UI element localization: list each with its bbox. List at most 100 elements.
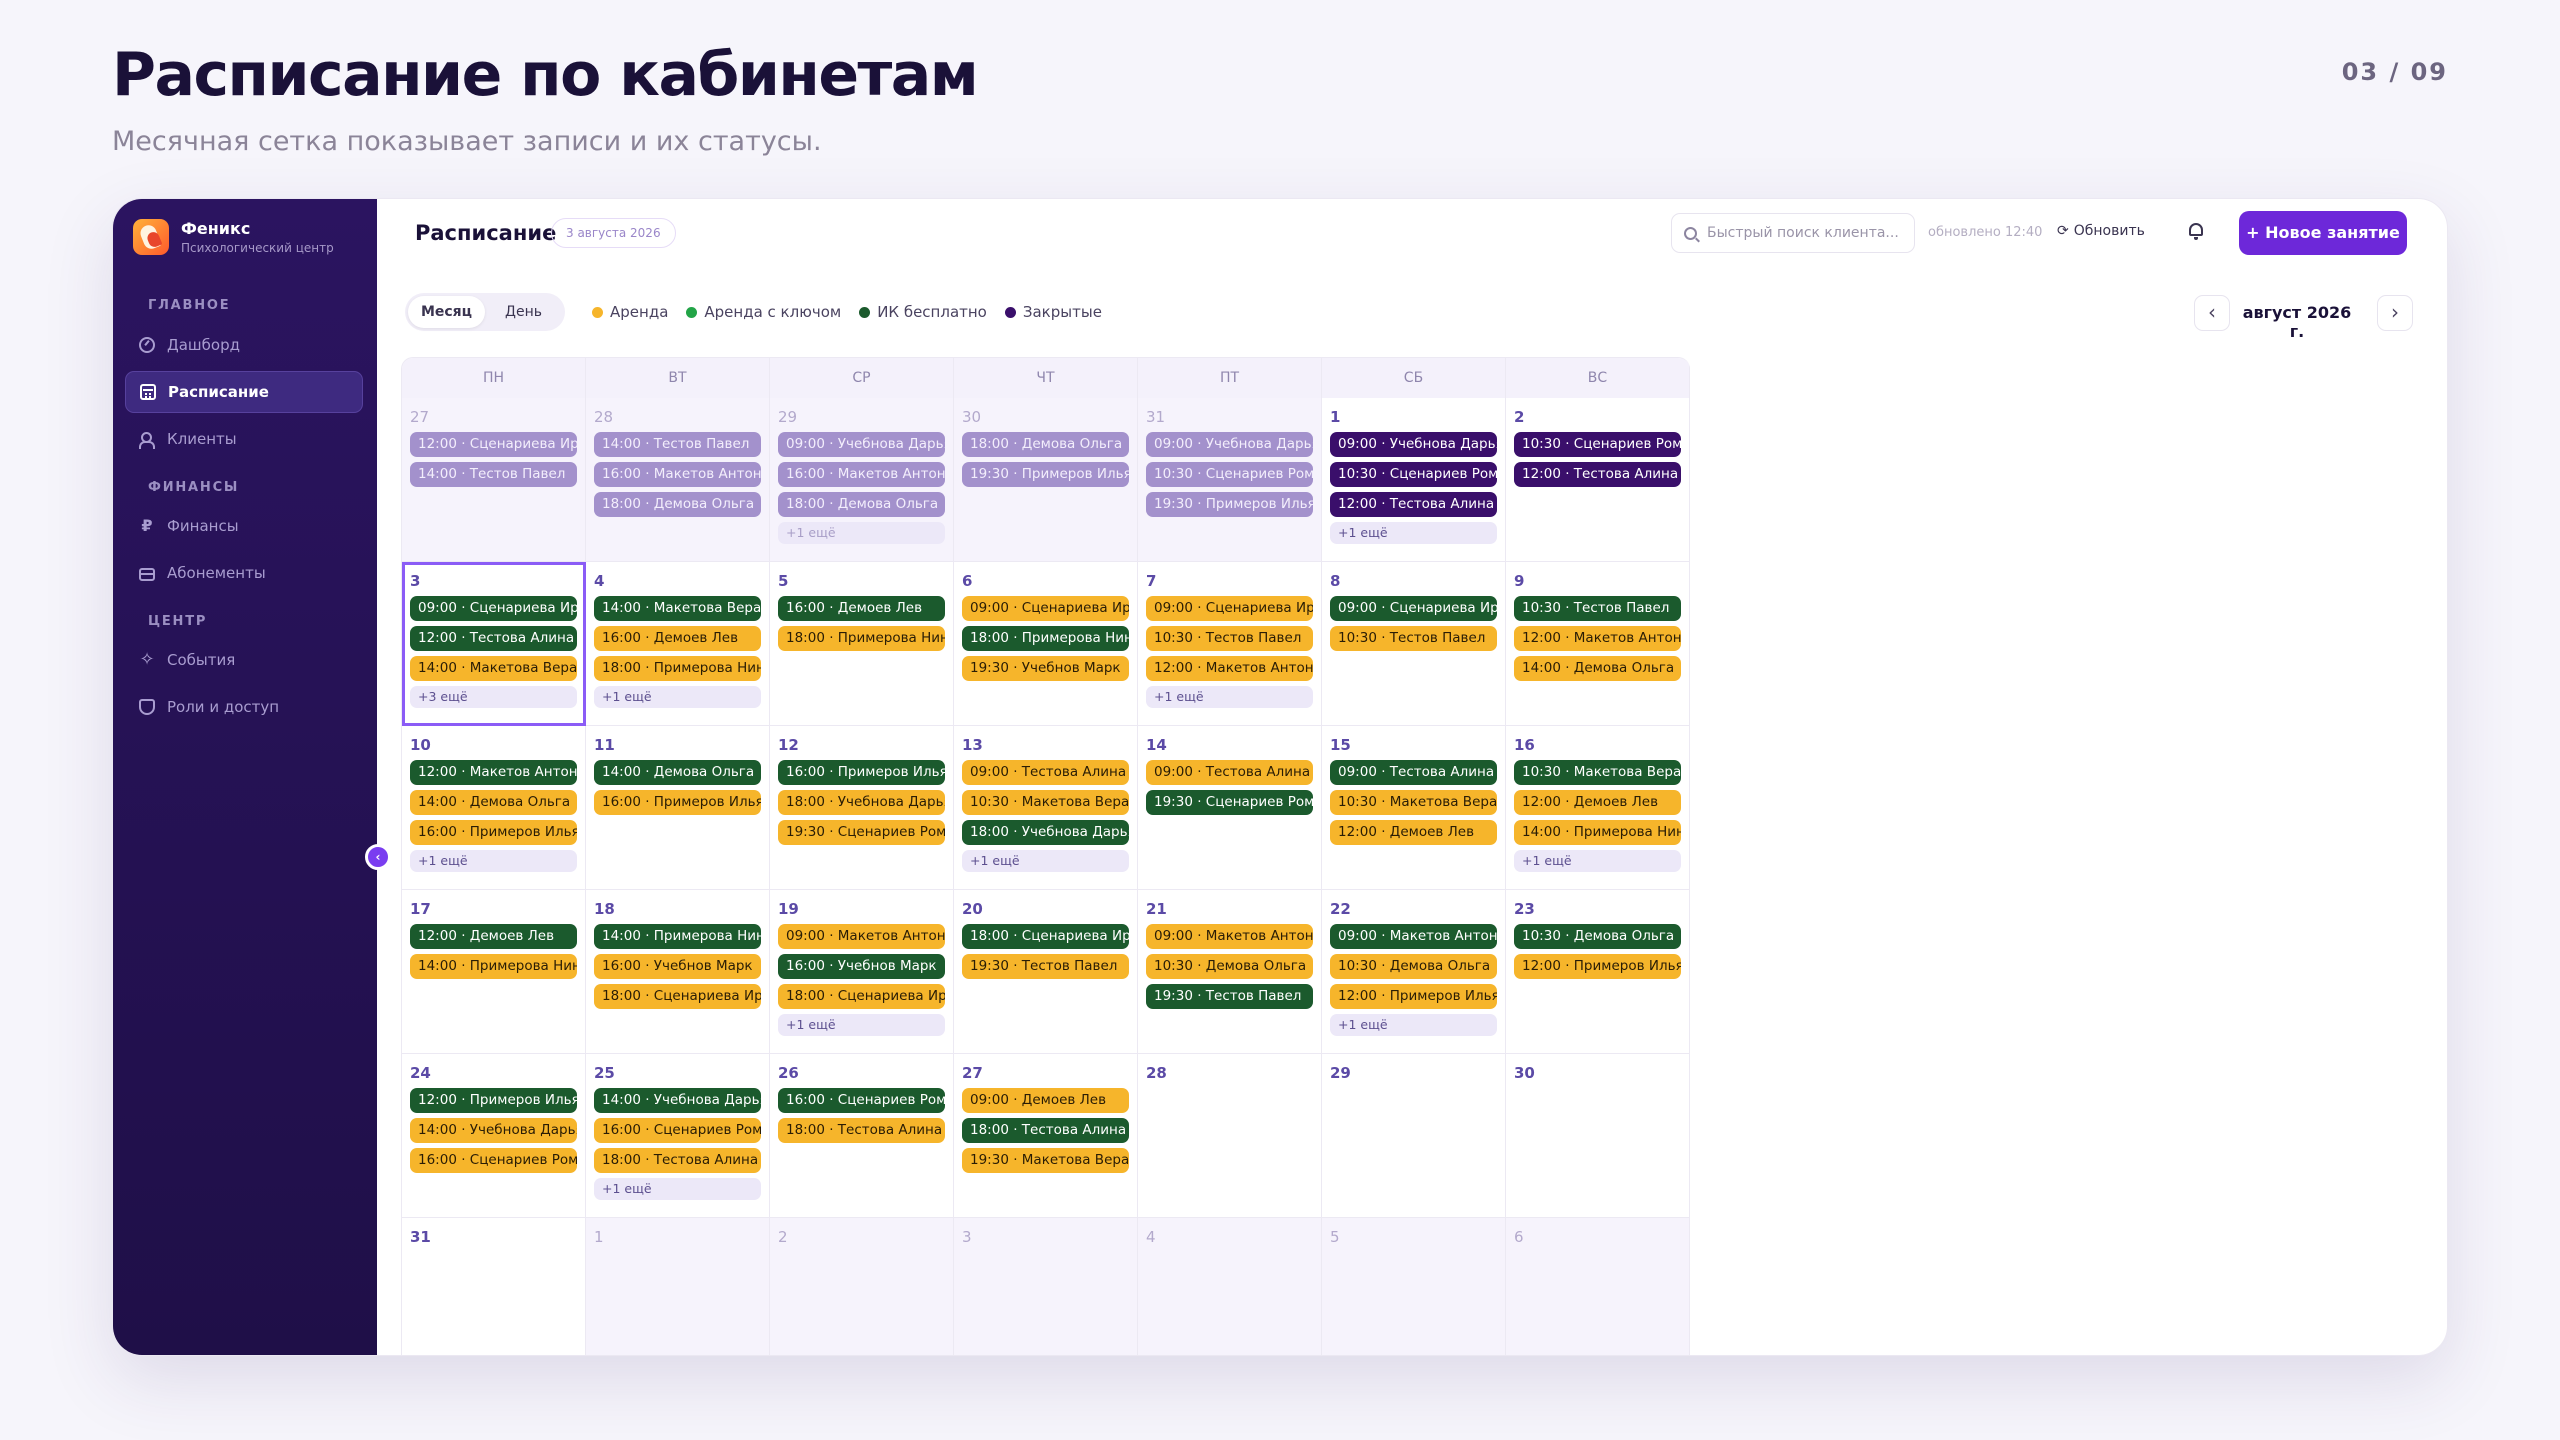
event-chip[interactable]: 16:00 · Сценариев Роман bbox=[594, 1118, 761, 1143]
sidebar-item-subscriptions[interactable]: Абонементы bbox=[125, 552, 363, 594]
event-chip[interactable]: 18:00 · Демова Ольга bbox=[594, 492, 761, 517]
day-cell[interactable]: 29 bbox=[1322, 1054, 1506, 1218]
day-cell[interactable]: 14 09:00 · Тестова Алина 19:30 · Сценариев… bbox=[1138, 726, 1322, 890]
event-chip[interactable]: 18:00 · Тестова Алина bbox=[778, 1118, 945, 1143]
event-chip[interactable]: 14:00 · Тестов Павел bbox=[410, 462, 577, 487]
day-cell-today[interactable]: 3 09:00 · Сценариева Ирина 12:00 · Тестова… bbox=[402, 562, 586, 726]
event-chip[interactable]: 16:00 · Демоев Лев bbox=[778, 596, 945, 621]
search-input[interactable] bbox=[1707, 225, 1907, 241]
more-events-link[interactable]: +1 ещё bbox=[778, 1014, 945, 1036]
view-month-button[interactable]: Месяц bbox=[408, 296, 485, 328]
event-chip[interactable]: 12:00 · Демоев Лев bbox=[410, 924, 577, 949]
day-cell[interactable]: 9 10:30 · Тестов Павел 12:00 · Макетов Ант… bbox=[1506, 562, 1690, 726]
event-chip[interactable]: 12:00 · Макетов Антон bbox=[410, 760, 577, 785]
event-chip[interactable]: 14:00 · Учебнова Дарья bbox=[410, 1118, 577, 1143]
more-events-link[interactable]: +1 ещё bbox=[778, 522, 945, 544]
more-events-link[interactable]: +1 ещё bbox=[962, 850, 1129, 872]
more-events-link[interactable]: +1 ещё bbox=[1330, 522, 1497, 544]
day-cell[interactable]: 1 bbox=[586, 1218, 770, 1355]
event-chip[interactable]: 12:00 · Макетов Антон bbox=[1514, 626, 1681, 651]
event-chip[interactable]: 09:00 · Макетов Антон bbox=[1146, 924, 1313, 949]
event-chip[interactable]: 16:00 · Примеров Илья bbox=[594, 790, 761, 815]
event-chip[interactable]: 10:30 · Макетова Вера bbox=[1330, 790, 1497, 815]
day-cell[interactable]: 27 12:00 · Сценариева Ирина 14:00 · Тестов… bbox=[402, 398, 586, 562]
day-cell[interactable]: 6 bbox=[1506, 1218, 1690, 1355]
event-chip[interactable]: 10:30 · Тестов Павел bbox=[1330, 626, 1497, 651]
event-chip[interactable]: 14:00 · Макетова Вера bbox=[594, 596, 761, 621]
event-chip[interactable]: 18:00 · Учебнова Дарья bbox=[962, 820, 1129, 845]
event-chip[interactable]: 12:00 · Демоев Лев bbox=[1330, 820, 1497, 845]
event-chip[interactable]: 09:00 · Сценариева Ирина bbox=[1146, 596, 1313, 621]
event-chip[interactable]: 14:00 · Макетова Вера bbox=[410, 656, 577, 681]
event-chip[interactable]: 09:00 · Макетов Антон bbox=[778, 924, 945, 949]
event-chip[interactable]: 09:00 · Тестова Алина bbox=[962, 760, 1129, 785]
event-chip[interactable]: 18:00 · Демова Ольга bbox=[778, 492, 945, 517]
search-box[interactable] bbox=[1671, 213, 1915, 253]
event-chip[interactable]: 18:00 · Тестова Алина bbox=[594, 1148, 761, 1173]
event-chip[interactable]: 19:30 · Сценариев Роман bbox=[1146, 790, 1313, 815]
day-cell[interactable]: 29 09:00 · Учебнова Дарья 16:00 · Макетов … bbox=[770, 398, 954, 562]
sidebar-item-dashboard[interactable]: Дашборд bbox=[125, 324, 363, 366]
event-chip[interactable]: 18:00 · Тестова Алина bbox=[962, 1118, 1129, 1143]
event-chip[interactable]: 12:00 · Тестова Алина bbox=[1514, 462, 1681, 487]
day-cell[interactable]: 11 14:00 · Демова Ольга 16:00 · Примеров И… bbox=[586, 726, 770, 890]
day-cell[interactable]: 5 16:00 · Демоев Лев 18:00 · Примерова Нин… bbox=[770, 562, 954, 726]
prev-month-button[interactable]: ‹ bbox=[2194, 295, 2230, 331]
more-events-link[interactable]: +3 ещё bbox=[410, 686, 577, 708]
event-chip[interactable]: 14:00 · Примерова Нина bbox=[1514, 820, 1681, 845]
day-cell[interactable]: 25 14:00 · Учебнова Дарья 16:00 · Сценарие… bbox=[586, 1054, 770, 1218]
day-cell[interactable]: 31 bbox=[402, 1218, 586, 1355]
event-chip[interactable]: 09:00 · Учебнова Дарья bbox=[778, 432, 945, 457]
event-chip[interactable]: 16:00 · Примеров Илья bbox=[410, 820, 577, 845]
day-cell[interactable]: 16 10:30 · Макетова Вера 12:00 · Демоев Ле… bbox=[1506, 726, 1690, 890]
more-events-link[interactable]: +1 ещё bbox=[1330, 1014, 1497, 1036]
event-chip[interactable]: 10:30 · Сценариев Роман bbox=[1146, 462, 1313, 487]
day-cell[interactable]: 26 16:00 · Сценариев Роман 18:00 · Тестова… bbox=[770, 1054, 954, 1218]
event-chip[interactable]: 14:00 · Примерова Нина bbox=[410, 954, 577, 979]
event-chip[interactable]: 18:00 · Примерова Нина bbox=[962, 626, 1129, 651]
event-chip[interactable]: 09:00 · Сценариева Ирина bbox=[1330, 596, 1497, 621]
day-cell[interactable]: 2 bbox=[770, 1218, 954, 1355]
event-chip[interactable]: 18:00 · Примерова Нина bbox=[594, 656, 761, 681]
day-cell[interactable]: 31 09:00 · Учебнова Дарья 10:30 · Сценарие… bbox=[1138, 398, 1322, 562]
day-cell[interactable]: 4 14:00 · Макетова Вера 16:00 · Демоев Лев… bbox=[586, 562, 770, 726]
event-chip[interactable]: 09:00 · Учебнова Дарья bbox=[1146, 432, 1313, 457]
day-cell[interactable]: 17 12:00 · Демоев Лев 14:00 · Примерова Ни… bbox=[402, 890, 586, 1054]
event-chip[interactable]: 19:30 · Примеров Илья bbox=[1146, 492, 1313, 517]
day-cell[interactable]: 7 09:00 · Сценариева Ирина 10:30 · Тестов … bbox=[1138, 562, 1322, 726]
day-cell[interactable]: 18 14:00 · Примерова Нина 16:00 · Учебнов … bbox=[586, 890, 770, 1054]
event-chip[interactable]: 14:00 · Демова Ольга bbox=[410, 790, 577, 815]
day-cell[interactable]: 8 09:00 · Сценариева Ирина 10:30 · Тестов … bbox=[1322, 562, 1506, 726]
event-chip[interactable]: 12:00 · Демоев Лев bbox=[1514, 790, 1681, 815]
event-chip[interactable]: 09:00 · Сценариева Ирина bbox=[962, 596, 1129, 621]
day-cell[interactable]: 28 14:00 · Тестов Павел 16:00 · Макетов Ан… bbox=[586, 398, 770, 562]
brand[interactable]: Феникс Психологический центр bbox=[133, 219, 334, 255]
event-chip[interactable]: 09:00 · Тестова Алина bbox=[1146, 760, 1313, 785]
event-chip[interactable]: 19:30 · Макетова Вера bbox=[962, 1148, 1129, 1173]
more-events-link[interactable]: +1 ещё bbox=[1514, 850, 1681, 872]
day-cell[interactable]: 4 bbox=[1138, 1218, 1322, 1355]
event-chip[interactable]: 14:00 · Примерова Нина bbox=[594, 924, 761, 949]
event-chip[interactable]: 09:00 · Демоев Лев bbox=[962, 1088, 1129, 1113]
more-events-link[interactable]: +1 ещё bbox=[594, 1178, 761, 1200]
day-cell[interactable]: 27 09:00 · Демоев Лев 18:00 · Тестова Алин… bbox=[954, 1054, 1138, 1218]
event-chip[interactable]: 14:00 · Тестов Павел bbox=[594, 432, 761, 457]
new-session-button[interactable]: + Новое занятие bbox=[2239, 211, 2407, 255]
event-chip[interactable]: 16:00 · Макетов Антон bbox=[594, 462, 761, 487]
event-chip[interactable]: 19:30 · Учебнов Марк bbox=[962, 656, 1129, 681]
day-cell[interactable]: 24 12:00 · Примеров Илья 14:00 · Учебнова … bbox=[402, 1054, 586, 1218]
event-chip[interactable]: 12:00 · Примеров Илья bbox=[1330, 984, 1497, 1009]
day-cell[interactable]: 1 09:00 · Учебнова Дарья 10:30 · Сценариев… bbox=[1322, 398, 1506, 562]
event-chip[interactable]: 16:00 · Примеров Илья bbox=[778, 760, 945, 785]
more-events-link[interactable]: +1 ещё bbox=[1146, 686, 1313, 708]
sidebar-item-clients[interactable]: Клиенты bbox=[125, 418, 363, 460]
day-cell[interactable]: 5 bbox=[1322, 1218, 1506, 1355]
collapse-sidebar-button[interactable]: ‹ bbox=[365, 844, 391, 870]
day-cell[interactable]: 20 18:00 · Сценариева Ирина 19:30 · Тестов… bbox=[954, 890, 1138, 1054]
day-cell[interactable]: 12 16:00 · Примеров Илья 18:00 · Учебнова … bbox=[770, 726, 954, 890]
event-chip[interactable]: 10:30 · Макетова Вера bbox=[1514, 760, 1681, 785]
event-chip[interactable]: 14:00 · Демова Ольга bbox=[594, 760, 761, 785]
day-cell[interactable]: 21 09:00 · Макетов Антон 10:30 · Демова Ол… bbox=[1138, 890, 1322, 1054]
day-cell[interactable]: 19 09:00 · Макетов Антон 16:00 · Учебнов М… bbox=[770, 890, 954, 1054]
event-chip[interactable]: 18:00 · Демова Ольга bbox=[962, 432, 1129, 457]
